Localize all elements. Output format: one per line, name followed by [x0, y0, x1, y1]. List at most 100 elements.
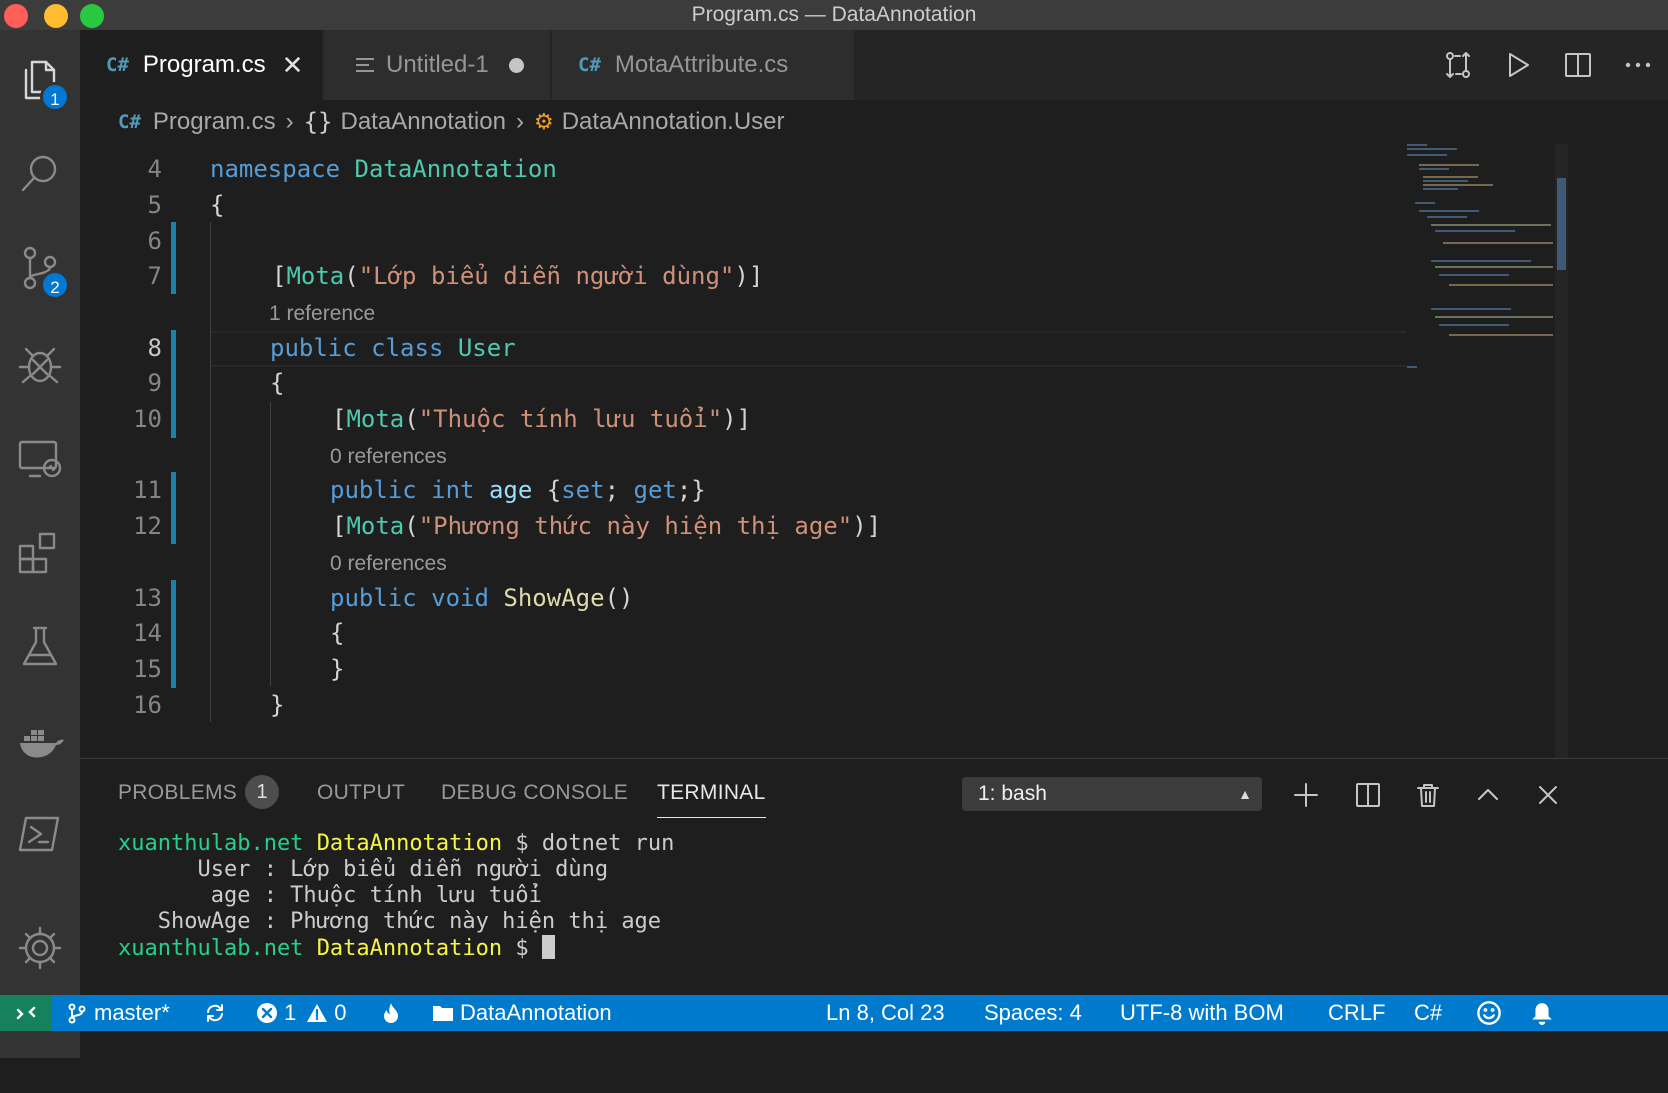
language-mode[interactable]: C#: [1414, 995, 1442, 1031]
code-line-10: [Mota("Thuộc tính lưu tuổi")]: [332, 405, 752, 433]
breadcrumb: C# Program.cs › {} DataAnnotation › ⚙ Da…: [80, 100, 1668, 144]
breadcrumb-class[interactable]: DataAnnotation.User: [562, 108, 785, 136]
terminal-select-value: 1: bash: [978, 782, 1047, 805]
eol-status[interactable]: CRLF: [1328, 995, 1385, 1031]
remote-icon: [16, 1006, 36, 1020]
terminal-select[interactable]: 1: bash ▲: [962, 777, 1262, 811]
code-line-7: [Mota("Lớp biểu diễn người dùng")]: [272, 262, 764, 290]
play-icon: [1509, 53, 1529, 77]
split-terminal-button[interactable]: [1348, 775, 1388, 815]
problems-status[interactable]: 1 0: [256, 995, 347, 1031]
hot-reload-button[interactable]: [380, 995, 408, 1031]
open-changes-button[interactable]: [1428, 35, 1488, 95]
change-indicator: [171, 222, 176, 294]
code-line-16: }: [270, 691, 285, 719]
cursor-position[interactable]: Ln 8, Col 23: [826, 995, 945, 1031]
line-number: 14: [133, 619, 162, 647]
warning-count: 0: [334, 1000, 347, 1025]
status-bar: master* 1 0 DataAnnotation Ln 8, Col 23 …: [0, 995, 1668, 1031]
git-branch-icon: [68, 1003, 86, 1024]
indentation-status[interactable]: Spaces: 4: [984, 995, 1082, 1031]
scrollbar-thumb[interactable]: [1557, 178, 1566, 270]
compare-changes-icon: [1446, 52, 1470, 78]
code-line-15: }: [330, 655, 345, 683]
encoding-status[interactable]: UTF-8 with BOM: [1120, 995, 1284, 1031]
remote-explorer-icon: [18, 440, 62, 478]
editor-actions: [1428, 30, 1668, 100]
code-line-12: [Mota("Phương thức này hiện thị age")]: [332, 512, 882, 540]
change-indicator: [171, 330, 176, 438]
select-arrows-icon: ▲: [1238, 786, 1252, 802]
code-line-13: public void ShowAge(): [330, 584, 634, 612]
editor-tabs: C# Program.cs ✕ Untitled-1 C# MotaAttrib…: [80, 30, 1668, 100]
testing-button[interactable]: [8, 614, 72, 678]
debug-button[interactable]: [8, 332, 72, 396]
sync-button[interactable]: [204, 995, 232, 1031]
maximize-panel-button[interactable]: [1468, 775, 1508, 815]
remote-indicator-button[interactable]: [0, 995, 52, 1031]
close-window-button[interactable]: [4, 4, 28, 28]
feedback-button[interactable]: [1476, 995, 1508, 1031]
tab-motaattribute-cs[interactable]: C# MotaAttribute.cs: [552, 30, 854, 100]
close-tab-icon[interactable]: ✕: [282, 50, 304, 81]
terminal-line: User : Lớp biểu diễn người dùng: [118, 857, 609, 882]
source-control-button[interactable]: 2: [8, 236, 72, 300]
bell-icon: [1532, 1003, 1552, 1025]
tab-problems[interactable]: PROBLEMS: [118, 781, 237, 805]
project-folder-status[interactable]: DataAnnotation: [432, 995, 612, 1031]
warning-icon: [307, 1004, 328, 1022]
more-icon: [1625, 62, 1651, 68]
flame-icon: [384, 1003, 398, 1023]
tab-untitled-1[interactable]: Untitled-1: [324, 30, 550, 100]
sync-icon: [207, 1004, 223, 1022]
breadcrumb-file[interactable]: Program.cs: [153, 108, 276, 136]
extensions-button[interactable]: [8, 520, 72, 584]
terminal-cursor: [541, 935, 555, 959]
line-number: 6: [147, 227, 162, 255]
minimize-window-button[interactable]: [44, 4, 68, 28]
line-number: 15: [133, 655, 162, 683]
folder-name: DataAnnotation: [460, 1000, 612, 1025]
powershell-button[interactable]: [8, 802, 72, 866]
tab-output[interactable]: OUTPUT: [317, 781, 405, 805]
minimap[interactable]: [1405, 144, 1555, 394]
terminal-line: xuanthulab.net DataAnnotation $ dotnet r…: [118, 831, 675, 856]
breadcrumb-namespace[interactable]: DataAnnotation: [341, 108, 506, 136]
codelens-references[interactable]: 0 references: [330, 441, 447, 473]
more-actions-button[interactable]: [1608, 35, 1668, 95]
chevron-right-icon: ›: [285, 108, 294, 135]
codelens-references[interactable]: 1 reference: [269, 298, 375, 330]
codelens-references[interactable]: 0 references: [330, 548, 447, 580]
explorer-badge: 1: [40, 82, 70, 112]
vscode-window: { "window": {"title": "Program.cs — Data…: [0, 0, 1668, 1093]
gear-icon: [18, 926, 62, 970]
flask-icon: [22, 626, 58, 666]
branch-status[interactable]: master*: [66, 995, 170, 1031]
scm-badge: 2: [40, 270, 70, 300]
smiley-icon: [1477, 1001, 1501, 1025]
zoom-window-button[interactable]: [80, 4, 104, 28]
tab-debug-console[interactable]: DEBUG CONSOLE: [441, 781, 628, 805]
split-editor-button[interactable]: [1548, 35, 1608, 95]
plaintext-file-icon: [356, 58, 374, 72]
docker-button[interactable]: [8, 708, 72, 772]
run-button[interactable]: [1488, 35, 1548, 95]
new-terminal-button[interactable]: [1286, 775, 1326, 815]
close-panel-button[interactable]: [1528, 775, 1568, 815]
terminal-output[interactable]: xuanthulab.net DataAnnotation $ dotnet r…: [118, 831, 674, 962]
kill-terminal-button[interactable]: [1408, 775, 1448, 815]
line-number: 8: [147, 334, 162, 362]
explorer-button[interactable]: 1: [8, 48, 72, 112]
terminal-prompt-icon: [18, 816, 60, 852]
tab-label: Program.cs: [142, 51, 266, 78]
notifications-button[interactable]: [1530, 995, 1560, 1031]
code-editor[interactable]: 4 5 6 7 8 9 10 11 12 13 14 15 16 namespa…: [80, 144, 1558, 758]
tab-terminal[interactable]: TERMINAL: [657, 781, 766, 818]
code-line-5: {: [210, 191, 225, 219]
manage-button[interactable]: [8, 916, 72, 980]
search-button[interactable]: [8, 142, 72, 206]
line-number: 16: [133, 691, 162, 719]
remote-explorer-button[interactable]: [8, 426, 72, 490]
unsaved-dot-icon[interactable]: [508, 57, 524, 73]
tab-program-cs[interactable]: C# Program.cs ✕: [80, 30, 322, 100]
